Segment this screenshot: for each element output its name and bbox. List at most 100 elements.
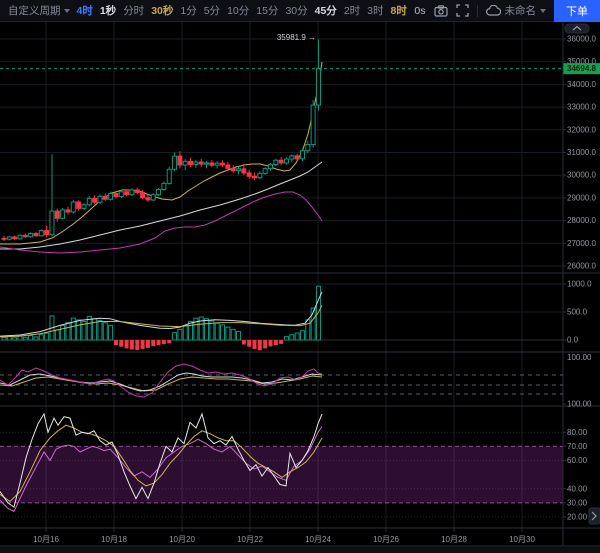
axis-label: 35981.9 → (277, 33, 316, 42)
candle-body (210, 163, 214, 165)
volume-bar (183, 325, 187, 340)
cloud-icon (486, 5, 501, 16)
volume-bar (290, 335, 294, 340)
candle-body (114, 194, 118, 197)
period-tab-11[interactable]: 3时 (367, 3, 383, 18)
volume-bar (231, 329, 235, 340)
candle-body (18, 235, 22, 238)
candle-body (50, 211, 54, 235)
candle-body (66, 210, 70, 212)
countdown-timer: 0s (414, 5, 425, 17)
order-button[interactable]: 下单 (554, 0, 600, 22)
volume-bar (189, 322, 193, 340)
time-axis[interactable]: 10月1610月1810月2010月2210月2410月2610月2810月30 (0, 528, 600, 553)
candle-body (82, 205, 86, 209)
candle-body (103, 196, 107, 199)
fullscreen-icon[interactable] (456, 4, 469, 17)
period-tab-2[interactable]: 分时 (123, 3, 144, 18)
axis-label: 10月18 (101, 535, 127, 544)
candle-body (178, 156, 182, 165)
volume-bar (109, 325, 113, 340)
candle-body (146, 198, 150, 200)
volume-bar (119, 340, 123, 347)
volume-bar (253, 340, 257, 349)
volume-bar (162, 340, 166, 344)
period-tab-0[interactable]: 4时 (77, 3, 93, 18)
candle-body (247, 173, 251, 176)
volume-bar (13, 338, 17, 340)
period-tabs: 自定义周期 4时1秒分时30秒1分5分10分15分30分45分2时3时8时12时… (0, 3, 414, 18)
period-tab-4[interactable]: 1分 (180, 3, 196, 18)
scrollbar-track[interactable] (0, 547, 600, 553)
candle-body (13, 237, 17, 239)
volume-bar (300, 331, 304, 340)
candle-body (189, 161, 193, 164)
candle-body (61, 210, 65, 218)
collapse-panel-button[interactable] (565, 24, 589, 33)
screenshot-camera-icon[interactable] (434, 5, 448, 17)
candle-body (135, 190, 139, 192)
volume-bar (66, 323, 70, 340)
volume-bar (258, 340, 262, 350)
candle-body (253, 176, 257, 177)
custom-period-label: 自定义周期 (8, 3, 61, 18)
candle-body (284, 159, 288, 163)
volume-bar (242, 340, 246, 344)
volume-bar (98, 320, 102, 340)
candle-body (23, 235, 27, 236)
volume-bar (125, 340, 129, 348)
period-tab-6[interactable]: 10分 (227, 3, 249, 18)
candle-body (125, 192, 129, 195)
expand-panel-button[interactable] (589, 508, 600, 524)
candle-body (215, 163, 219, 165)
toolbar-right: 0s 未命名 下单 (414, 0, 600, 22)
volume-bar (135, 340, 139, 350)
candle-body (316, 69, 320, 105)
candle-body (199, 162, 203, 164)
candle-body (93, 198, 97, 202)
period-tab-10[interactable]: 2时 (344, 3, 360, 18)
candle-body (71, 202, 75, 212)
candle-body (311, 105, 315, 144)
candle-body (151, 195, 155, 200)
candle-body (87, 198, 91, 204)
axis-label: 10月30 (509, 535, 535, 544)
volume-bar (34, 337, 38, 340)
period-tab-9[interactable]: 45分 (315, 3, 337, 18)
custom-period-menu[interactable]: 自定义周期 (8, 3, 70, 18)
chart-canvas[interactable]: 36000.035000.034000.033000.032000.031000… (0, 22, 600, 553)
candle-body (39, 231, 43, 236)
period-tab-3[interactable]: 30秒 (151, 3, 173, 18)
axis-label: 10月20 (169, 535, 195, 544)
volume-bar (103, 323, 107, 340)
volume-bar (39, 335, 43, 340)
candle-body (231, 168, 235, 170)
candle-body (55, 211, 59, 218)
candle-body (130, 190, 134, 195)
candle-body (306, 145, 310, 151)
period-tab-1[interactable]: 1秒 (100, 3, 116, 18)
kdj-band (0, 446, 563, 503)
cloud-save-menu[interactable]: 未命名 (486, 3, 547, 18)
volume-bar (178, 329, 182, 340)
candle-body (173, 156, 177, 169)
volume-bar (55, 330, 59, 340)
toolbar: 自定义周期 4时1秒分时30秒1分5分10分15分30分45分2时3时8时12时… (0, 0, 600, 22)
high-marker: 35981.9 → (277, 33, 316, 42)
candle-body (226, 165, 230, 168)
candle-body (237, 169, 241, 171)
period-tab-5[interactable]: 5分 (204, 3, 220, 18)
toolbar-divider (477, 5, 478, 17)
axis-label: 10月28 (441, 535, 467, 544)
price-axis[interactable] (564, 22, 600, 528)
period-tab-7[interactable]: 15分 (256, 3, 278, 18)
candle-body (119, 192, 123, 197)
candle-body (7, 237, 11, 239)
period-tab-12[interactable]: 8时 (391, 3, 407, 18)
period-tab-8[interactable]: 30分 (285, 3, 307, 18)
volume-bar (2, 337, 6, 340)
chevron-down-icon (64, 9, 70, 13)
volume-bar (157, 340, 161, 345)
volume-bar (284, 337, 288, 340)
volume-bar (61, 325, 65, 340)
